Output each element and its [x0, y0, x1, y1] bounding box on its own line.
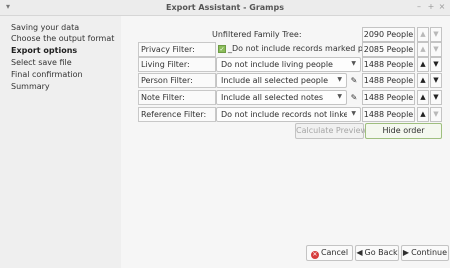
person-edit-icon[interactable]: ✎: [348, 74, 360, 87]
step-summary: Summary: [11, 82, 50, 91]
privacy-checkbox[interactable]: ✓: [218, 45, 226, 53]
note-up-button[interactable]: ▲: [417, 90, 429, 105]
reference-filter-select[interactable]: Do not include records not linked to ...…: [216, 107, 361, 122]
reference-label: Reference Filter:: [141, 110, 207, 119]
maximize-icon[interactable]: +: [427, 2, 435, 11]
privacy-down-button[interactable]: ▼: [430, 42, 442, 57]
go-back-label: Go Back: [364, 248, 398, 257]
calculate-previews-button[interactable]: Calculate Previews: [295, 123, 371, 139]
chevron-down-icon: ▼: [351, 110, 356, 117]
cancel-label: Cancel: [320, 248, 349, 257]
living-label-cell: Living Filter:: [138, 57, 216, 72]
title-bar: ▾ Export Assistant - Gramps – + ×: [0, 0, 450, 16]
reference-down-button[interactable]: ▼: [430, 107, 442, 122]
living-filter-select[interactable]: Do not include living people ▼: [216, 57, 361, 72]
chevron-down-icon: ▼: [337, 93, 342, 100]
living-count: 1488 People: [362, 57, 415, 72]
person-label: Person Filter:: [141, 76, 193, 85]
person-down-button[interactable]: ▼: [430, 73, 442, 88]
living-up-button[interactable]: ▲: [417, 57, 429, 72]
note-count: 1488 People: [362, 90, 415, 105]
reference-filter-value: Do not include records not linked to ...: [221, 110, 347, 119]
chevron-down-icon: ▼: [337, 76, 342, 83]
chevron-down-icon: ▼: [351, 60, 356, 67]
step-final-confirmation: Final confirmation: [11, 70, 83, 79]
note-down-button[interactable]: ▼: [430, 90, 442, 105]
person-label-cell: Person Filter:: [138, 73, 216, 88]
go-back-button[interactable]: ◀ Go Back: [355, 245, 399, 261]
step-export-options: Export options: [11, 46, 78, 55]
forward-arrow-icon: ▶: [402, 248, 410, 257]
living-label: Living Filter:: [141, 60, 190, 69]
person-up-button[interactable]: ▲: [417, 73, 429, 88]
privacy-label: Privacy Filter:: [141, 45, 195, 54]
step-saving-data: Saving your data: [11, 23, 80, 32]
export-options-panel: Unfiltered Family Tree: 2090 People ▲ ▼ …: [121, 16, 450, 268]
note-label: Note Filter:: [141, 93, 185, 102]
step-output-format: Choose the output format: [11, 34, 115, 43]
tree-count: 2090 People: [362, 27, 415, 42]
note-filter-select[interactable]: Include all selected notes ▼: [216, 90, 347, 105]
privacy-label-cell: Privacy Filter:: [138, 42, 216, 57]
assistant-steps-sidebar: Saving your data Choose the output forma…: [0, 16, 121, 268]
note-label-cell: Note Filter:: [138, 90, 216, 105]
minimize-icon[interactable]: –: [415, 2, 423, 11]
hide-order-button[interactable]: Hide order: [365, 123, 442, 139]
privacy-count: 2085 People: [362, 42, 415, 57]
living-filter-value: Do not include living people: [221, 60, 333, 69]
note-edit-icon[interactable]: ✎: [348, 91, 360, 104]
continue-button[interactable]: ▶ Continue: [401, 245, 449, 261]
tree-up-button[interactable]: ▲: [417, 27, 429, 42]
note-filter-value: Include all selected notes: [221, 93, 324, 102]
person-filter-select[interactable]: Include all selected people ▼: [216, 73, 347, 88]
tree-down-button[interactable]: ▼: [430, 27, 442, 42]
person-filter-value: Include all selected people: [221, 76, 328, 85]
step-select-file: Select save file: [11, 58, 72, 67]
reference-up-button[interactable]: ▲: [417, 107, 429, 122]
reference-count: 1488 People: [362, 107, 415, 122]
window-title: Export Assistant - Gramps: [166, 3, 284, 12]
back-arrow-icon: ◀: [356, 248, 363, 257]
person-count: 1488 People: [362, 73, 415, 88]
privacy-up-button[interactable]: ▲: [417, 42, 429, 57]
close-icon[interactable]: ×: [438, 2, 446, 11]
cancel-button[interactable]: ✕ Cancel: [306, 245, 353, 261]
tree-label: Unfiltered Family Tree:: [212, 30, 302, 39]
living-down-button[interactable]: ▼: [430, 57, 442, 72]
continue-label: Continue: [411, 248, 448, 257]
reference-label-cell: Reference Filter:: [138, 107, 216, 122]
cancel-icon: ✕: [310, 251, 319, 259]
